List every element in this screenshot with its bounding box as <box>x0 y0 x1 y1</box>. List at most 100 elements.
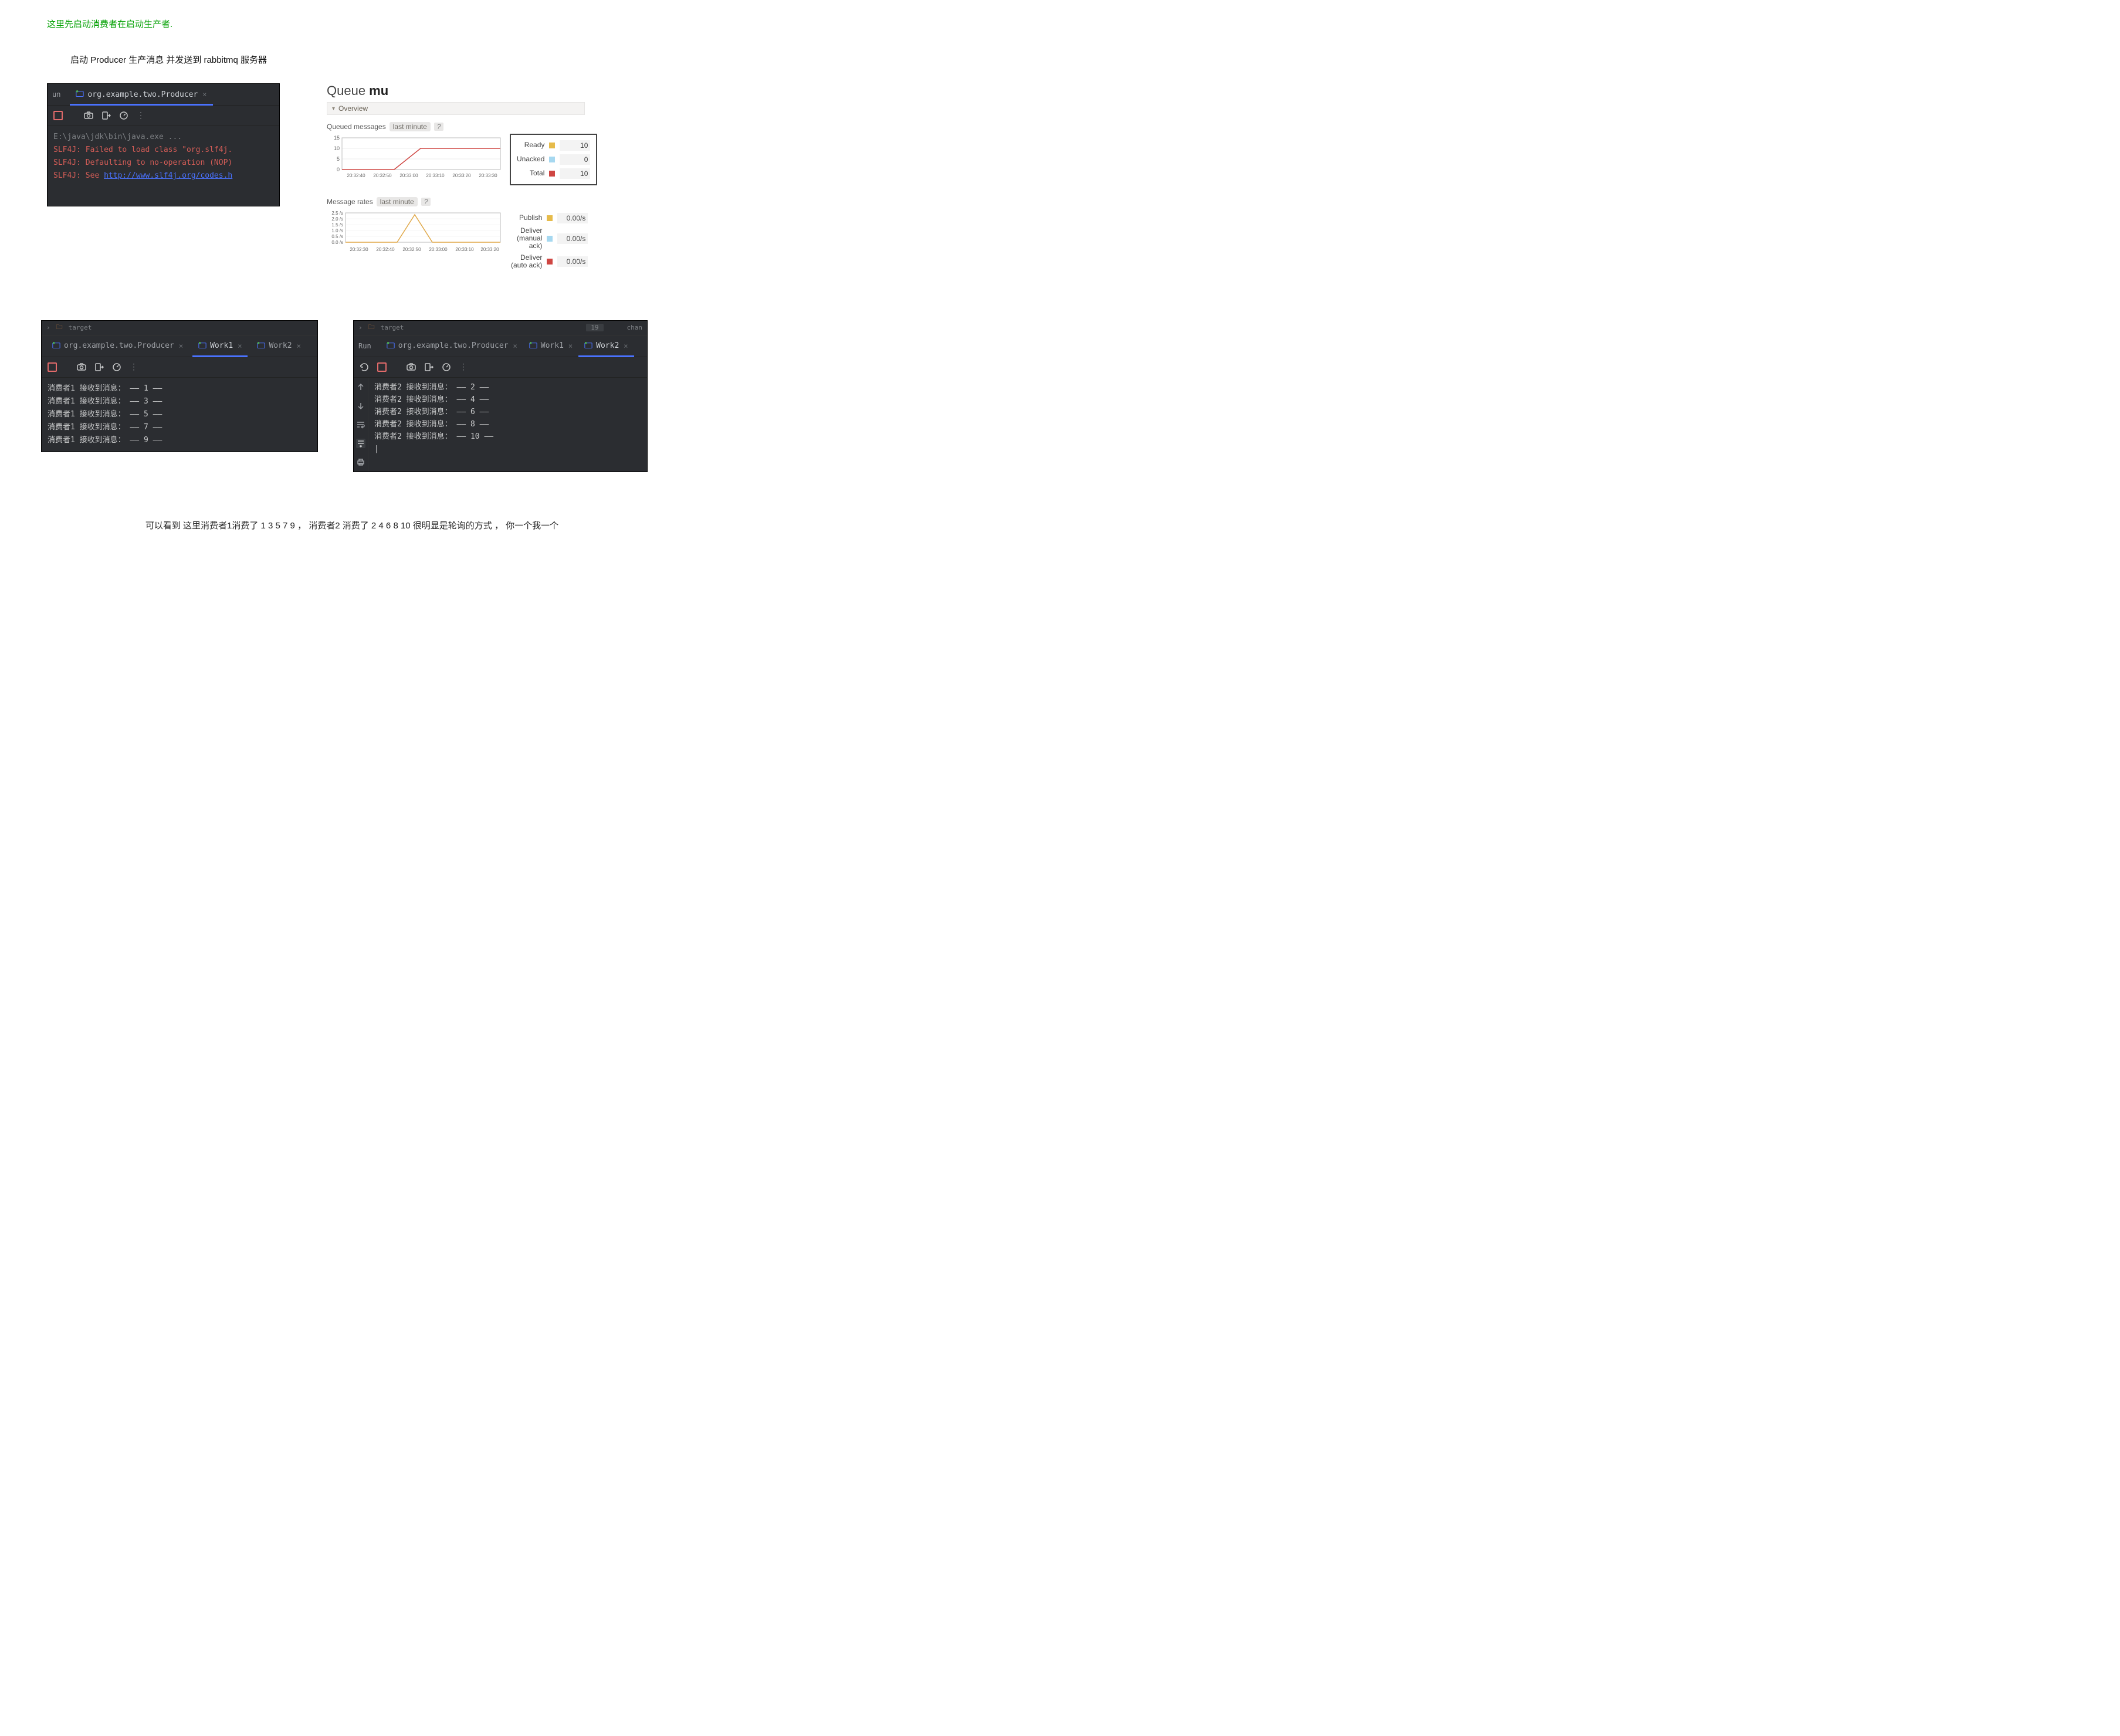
console-line: E:\java\jdk\bin\java.exe ... <box>53 131 273 144</box>
intro-line: 启动 Producer 生产消息 并发送到 rabbitmq 服务器 <box>70 53 680 66</box>
svg-text:20:33:20: 20:33:20 <box>480 247 499 252</box>
chart-rates: 2.5 /s2.0 /s1.5 /s1.0 /s0.5 /s0.0 /s 20:… <box>327 209 503 262</box>
console-output: E:\java\jdk\bin\java.exe ... SLF4J: Fail… <box>48 126 279 206</box>
stop-button[interactable] <box>53 111 63 120</box>
svg-text:1.5 /s: 1.5 /s <box>331 222 343 228</box>
tab-org.example.two.producer[interactable]: org.example.two.Producer× <box>381 335 523 357</box>
svg-text:15: 15 <box>334 135 340 141</box>
run-config-icon <box>584 342 592 350</box>
console-line: SLF4J: Failed to load class "org.slf4j. <box>53 144 273 157</box>
range-pill[interactable]: last minute <box>390 122 431 131</box>
console-line: SLF4J: See http://www.slf4j.org/codes.h <box>53 169 273 182</box>
svg-text:0.5 /s: 0.5 /s <box>331 234 343 239</box>
run-config-icon <box>257 342 265 350</box>
wrap-icon[interactable] <box>356 420 365 429</box>
close-icon[interactable]: × <box>238 342 242 350</box>
svg-text:20:32:40: 20:32:40 <box>347 173 365 178</box>
tab-org.example.two.producer[interactable]: org.example.two.Producer× <box>46 335 189 357</box>
svg-text:1.0 /s: 1.0 /s <box>331 228 343 233</box>
dashboard-icon[interactable] <box>442 362 451 372</box>
console-line: 消费者1 接收到消息： —— 9 —— <box>48 434 311 447</box>
conclusion-text: 可以看到 这里消费者1消费了 1 3 5 7 9 ， 消费者2 消费了 2 4 … <box>23 519 680 531</box>
tab-work2[interactable]: Work2× <box>578 335 634 357</box>
legend-swatch <box>549 171 555 177</box>
folder-icon: 🗀 <box>56 322 63 333</box>
range-pill[interactable]: last minute <box>377 197 418 206</box>
console-line: 消费者1 接收到消息： —— 5 —— <box>48 408 311 421</box>
svg-text:20:33:20: 20:33:20 <box>452 173 471 178</box>
dashboard-icon[interactable] <box>112 362 121 372</box>
legend-swatch <box>547 236 553 242</box>
console-line: 消费者2 接收到消息： —— 10 —— <box>374 430 641 443</box>
rerun-icon[interactable] <box>360 362 369 372</box>
console-output: 消费者2 接收到消息： —— 2 ——消费者2 接收到消息： —— 4 ——消费… <box>368 378 647 472</box>
console-line: 消费者2 接收到消息： —— 8 —— <box>374 418 641 430</box>
exit-icon[interactable] <box>424 362 434 372</box>
svg-text:0.0 /s: 0.0 /s <box>331 240 343 245</box>
rabbitmq-panel: Queue mu Overview Queued messages last m… <box>327 83 585 273</box>
run-config-icon <box>198 342 206 350</box>
stop-button[interactable] <box>48 362 57 372</box>
tab-producer[interactable]: org.example.two.Producer × <box>70 84 212 105</box>
svg-text:20:32:40: 20:32:40 <box>376 247 395 252</box>
tab-label: org.example.two.Producer <box>87 90 198 99</box>
kebab-icon[interactable]: ⋮ <box>459 362 469 372</box>
camera-icon[interactable] <box>84 111 93 120</box>
tab-work1[interactable]: Work1× <box>523 335 578 357</box>
help-icon[interactable]: ? <box>421 198 431 206</box>
tab-work1[interactable]: Work1× <box>192 335 248 357</box>
console-toolbar: ⋮ <box>48 106 279 126</box>
tab-work2[interactable]: Work2× <box>251 335 306 357</box>
ide-work1: › 🗀 target org.example.two.Producer×Work… <box>41 320 318 452</box>
stop-button[interactable] <box>377 362 387 372</box>
svg-text:20:32:30: 20:32:30 <box>350 247 368 252</box>
svg-text:2.0 /s: 2.0 /s <box>331 216 343 222</box>
svg-text:5: 5 <box>337 156 340 162</box>
kebab-icon[interactable]: ⋮ <box>130 362 139 372</box>
svg-text:2.5 /s: 2.5 /s <box>331 211 343 216</box>
exit-icon[interactable] <box>94 362 104 372</box>
run-config-icon <box>529 342 537 350</box>
legend-swatch <box>547 259 553 265</box>
run-config-icon <box>387 342 395 350</box>
overview-toggle[interactable]: Overview <box>327 102 585 115</box>
up-icon[interactable] <box>356 382 365 392</box>
svg-text:20:33:10: 20:33:10 <box>426 173 445 178</box>
svg-text:20:33:00: 20:33:00 <box>399 173 418 178</box>
queue-title: Queue mu <box>327 83 585 99</box>
run-label: un <box>52 90 60 99</box>
close-icon[interactable]: × <box>568 342 573 350</box>
slf4j-link[interactable]: http://www.slf4j.org/codes.h <box>104 171 232 180</box>
exit-icon[interactable] <box>101 111 111 120</box>
svg-text:20:33:00: 20:33:00 <box>429 247 448 252</box>
console-line: 消费者2 接收到消息： —— 6 —— <box>374 406 641 418</box>
run-config-icon <box>52 342 60 350</box>
camera-icon[interactable] <box>77 362 86 372</box>
legend-swatch <box>549 143 555 148</box>
svg-text:0: 0 <box>337 167 340 172</box>
print-icon[interactable] <box>356 457 365 467</box>
console-line: 消费者1 接收到消息： —— 7 —— <box>48 421 311 434</box>
close-icon[interactable]: × <box>624 342 628 350</box>
legend-swatch <box>547 215 553 221</box>
close-icon[interactable]: × <box>179 342 183 350</box>
down-icon[interactable] <box>356 401 365 411</box>
legend-queued: Ready10 Unacked0 Total10 <box>510 134 597 185</box>
svg-text:20:32:50: 20:32:50 <box>373 173 392 178</box>
folder-icon: 🗀 <box>368 322 375 333</box>
close-icon[interactable]: × <box>202 90 206 99</box>
svg-text:20:33:10: 20:33:10 <box>455 247 474 252</box>
svg-text:20:32:50: 20:32:50 <box>402 247 421 252</box>
intro-green: 这里先启动消费者在启动生产者. <box>23 18 680 30</box>
dashboard-icon[interactable] <box>119 111 128 120</box>
run-label: Run <box>358 342 371 350</box>
close-icon[interactable]: × <box>297 342 301 350</box>
kebab-icon[interactable]: ⋮ <box>137 111 146 120</box>
console-line: 消费者1 接收到消息： —— 3 —— <box>48 395 311 408</box>
legend-rates: Publish0.00/s Deliver (manual ack)0.00/s… <box>510 209 589 273</box>
scroll-icon[interactable] <box>356 439 365 448</box>
close-icon[interactable]: × <box>513 342 517 350</box>
help-icon[interactable]: ? <box>434 123 444 131</box>
svg-text:10: 10 <box>334 145 340 151</box>
camera-icon[interactable] <box>407 362 416 372</box>
